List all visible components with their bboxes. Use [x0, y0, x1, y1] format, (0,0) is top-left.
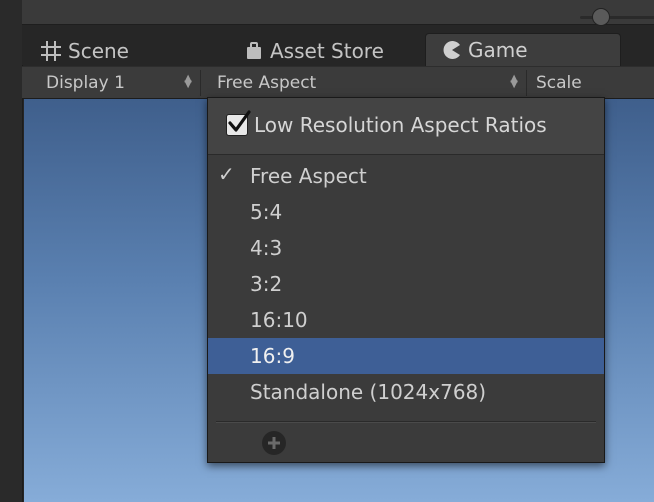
tab-bar: Scene Asset Store Game — [22, 25, 654, 66]
updown-arrows-icon: ▲ ▼ — [510, 73, 518, 90]
tab-asset-store[interactable]: Asset Store — [244, 36, 384, 66]
game-toolbar: Display 1 ▲ ▼ Free Aspect ▲ ▼ Scale — [22, 66, 654, 99]
aspect-list: ✓ Free Aspect 5:4 4:3 3:2 16:10 16:9 Sta… — [208, 158, 604, 410]
aspect-item-label: Free Aspect — [250, 164, 367, 188]
aspect-item-3-2[interactable]: 3:2 — [208, 266, 604, 302]
checkmark-icon: ✓ — [218, 162, 235, 186]
tab-game[interactable]: Game — [425, 33, 621, 66]
low-resolution-toggle[interactable]: Low Resolution Aspect Ratios — [226, 110, 547, 137]
tab-asset-store-label: Asset Store — [270, 39, 384, 63]
add-aspect-button[interactable] — [262, 431, 286, 455]
aspect-dropdown[interactable]: Free Aspect ▲ ▼ — [207, 70, 527, 96]
left-panel-edge — [0, 0, 23, 502]
low-resolution-checkbox[interactable] — [226, 110, 251, 136]
scale-label: Scale — [536, 73, 582, 93]
aspect-dropdown-value: Free Aspect — [217, 73, 317, 93]
tab-scene[interactable]: Scene — [40, 36, 129, 66]
asset-store-icon — [244, 41, 264, 61]
aspect-item-standalone[interactable]: Standalone (1024x768) — [208, 374, 604, 410]
add-icon — [268, 437, 280, 449]
display-dropdown[interactable]: Display 1 ▲ ▼ — [36, 70, 201, 96]
aspect-item-label: 4:3 — [250, 236, 283, 260]
aspect-item-4-3[interactable]: 4:3 — [208, 230, 604, 266]
aspect-item-label: Standalone (1024x768) — [250, 380, 487, 404]
aspect-item-16-9[interactable]: 16:9 — [208, 338, 604, 374]
aspect-item-label: 16:9 — [250, 344, 295, 368]
aspect-item-label: 16:10 — [250, 308, 308, 332]
menu-header: Low Resolution Aspect Ratios — [208, 98, 604, 155]
scale-slider-handle[interactable] — [592, 8, 610, 26]
menu-divider — [216, 421, 596, 423]
tab-scene-label: Scene — [68, 39, 129, 63]
low-resolution-label: Low Resolution Aspect Ratios — [254, 113, 547, 137]
updown-arrows-icon: ▲ ▼ — [184, 73, 192, 90]
aspect-dropdown-menu: Low Resolution Aspect Ratios ✓ Free Aspe… — [207, 97, 605, 463]
aspect-item-free[interactable]: ✓ Free Aspect — [208, 158, 604, 194]
display-dropdown-value: Display 1 — [46, 73, 125, 93]
checkmark-icon — [228, 110, 251, 132]
aspect-item-16-10[interactable]: 16:10 — [208, 302, 604, 338]
aspect-item-label: 5:4 — [250, 200, 283, 224]
top-panel-strip — [22, 0, 654, 25]
tab-game-label: Game — [468, 38, 528, 62]
aspect-item-5-4[interactable]: 5:4 — [208, 194, 604, 230]
aspect-item-label: 3:2 — [250, 272, 283, 296]
game-pacman-icon — [442, 40, 462, 60]
grid-icon — [40, 40, 62, 62]
